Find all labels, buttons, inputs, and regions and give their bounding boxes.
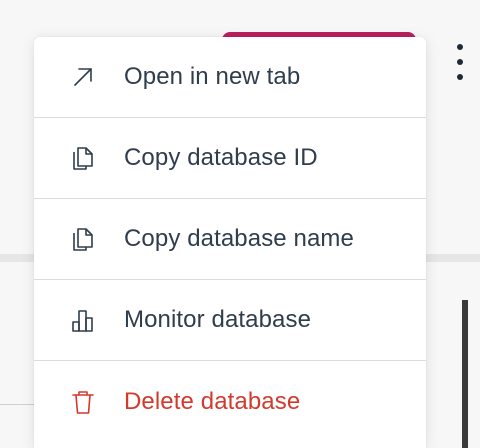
menu-item-label: Delete database — [124, 387, 301, 415]
menu-item-monitor-database[interactable]: Monitor database — [34, 280, 426, 361]
external-link-icon — [70, 64, 96, 90]
menu-item-label: Copy database ID — [124, 144, 318, 171]
menu-item-label: Open in new tab — [124, 63, 301, 90]
kebab-dot — [457, 74, 463, 80]
menu-item-delete-database[interactable]: Delete database — [34, 361, 426, 442]
trash-icon — [70, 389, 96, 415]
kebab-dot — [457, 59, 463, 65]
kebab-dot — [457, 44, 463, 50]
menu-item-label: Copy database name — [124, 225, 354, 252]
menu-item-label: Monitor database — [124, 306, 312, 333]
menu-item-open-in-new-tab[interactable]: Open in new tab — [34, 37, 426, 118]
background-divider-right — [425, 254, 480, 262]
background-divider-left — [0, 254, 34, 262]
more-options-icon[interactable] — [452, 44, 468, 80]
database-actions-menu: Open in new tab Copy database ID Copy da… — [34, 37, 426, 448]
menu-item-copy-database-name[interactable]: Copy database name — [34, 199, 426, 280]
copy-icon — [70, 226, 96, 252]
background-panel-edge — [462, 300, 468, 448]
background-rule — [0, 404, 34, 405]
copy-icon — [70, 145, 96, 171]
menu-item-copy-database-id[interactable]: Copy database ID — [34, 118, 426, 199]
bar-chart-icon — [70, 307, 96, 333]
